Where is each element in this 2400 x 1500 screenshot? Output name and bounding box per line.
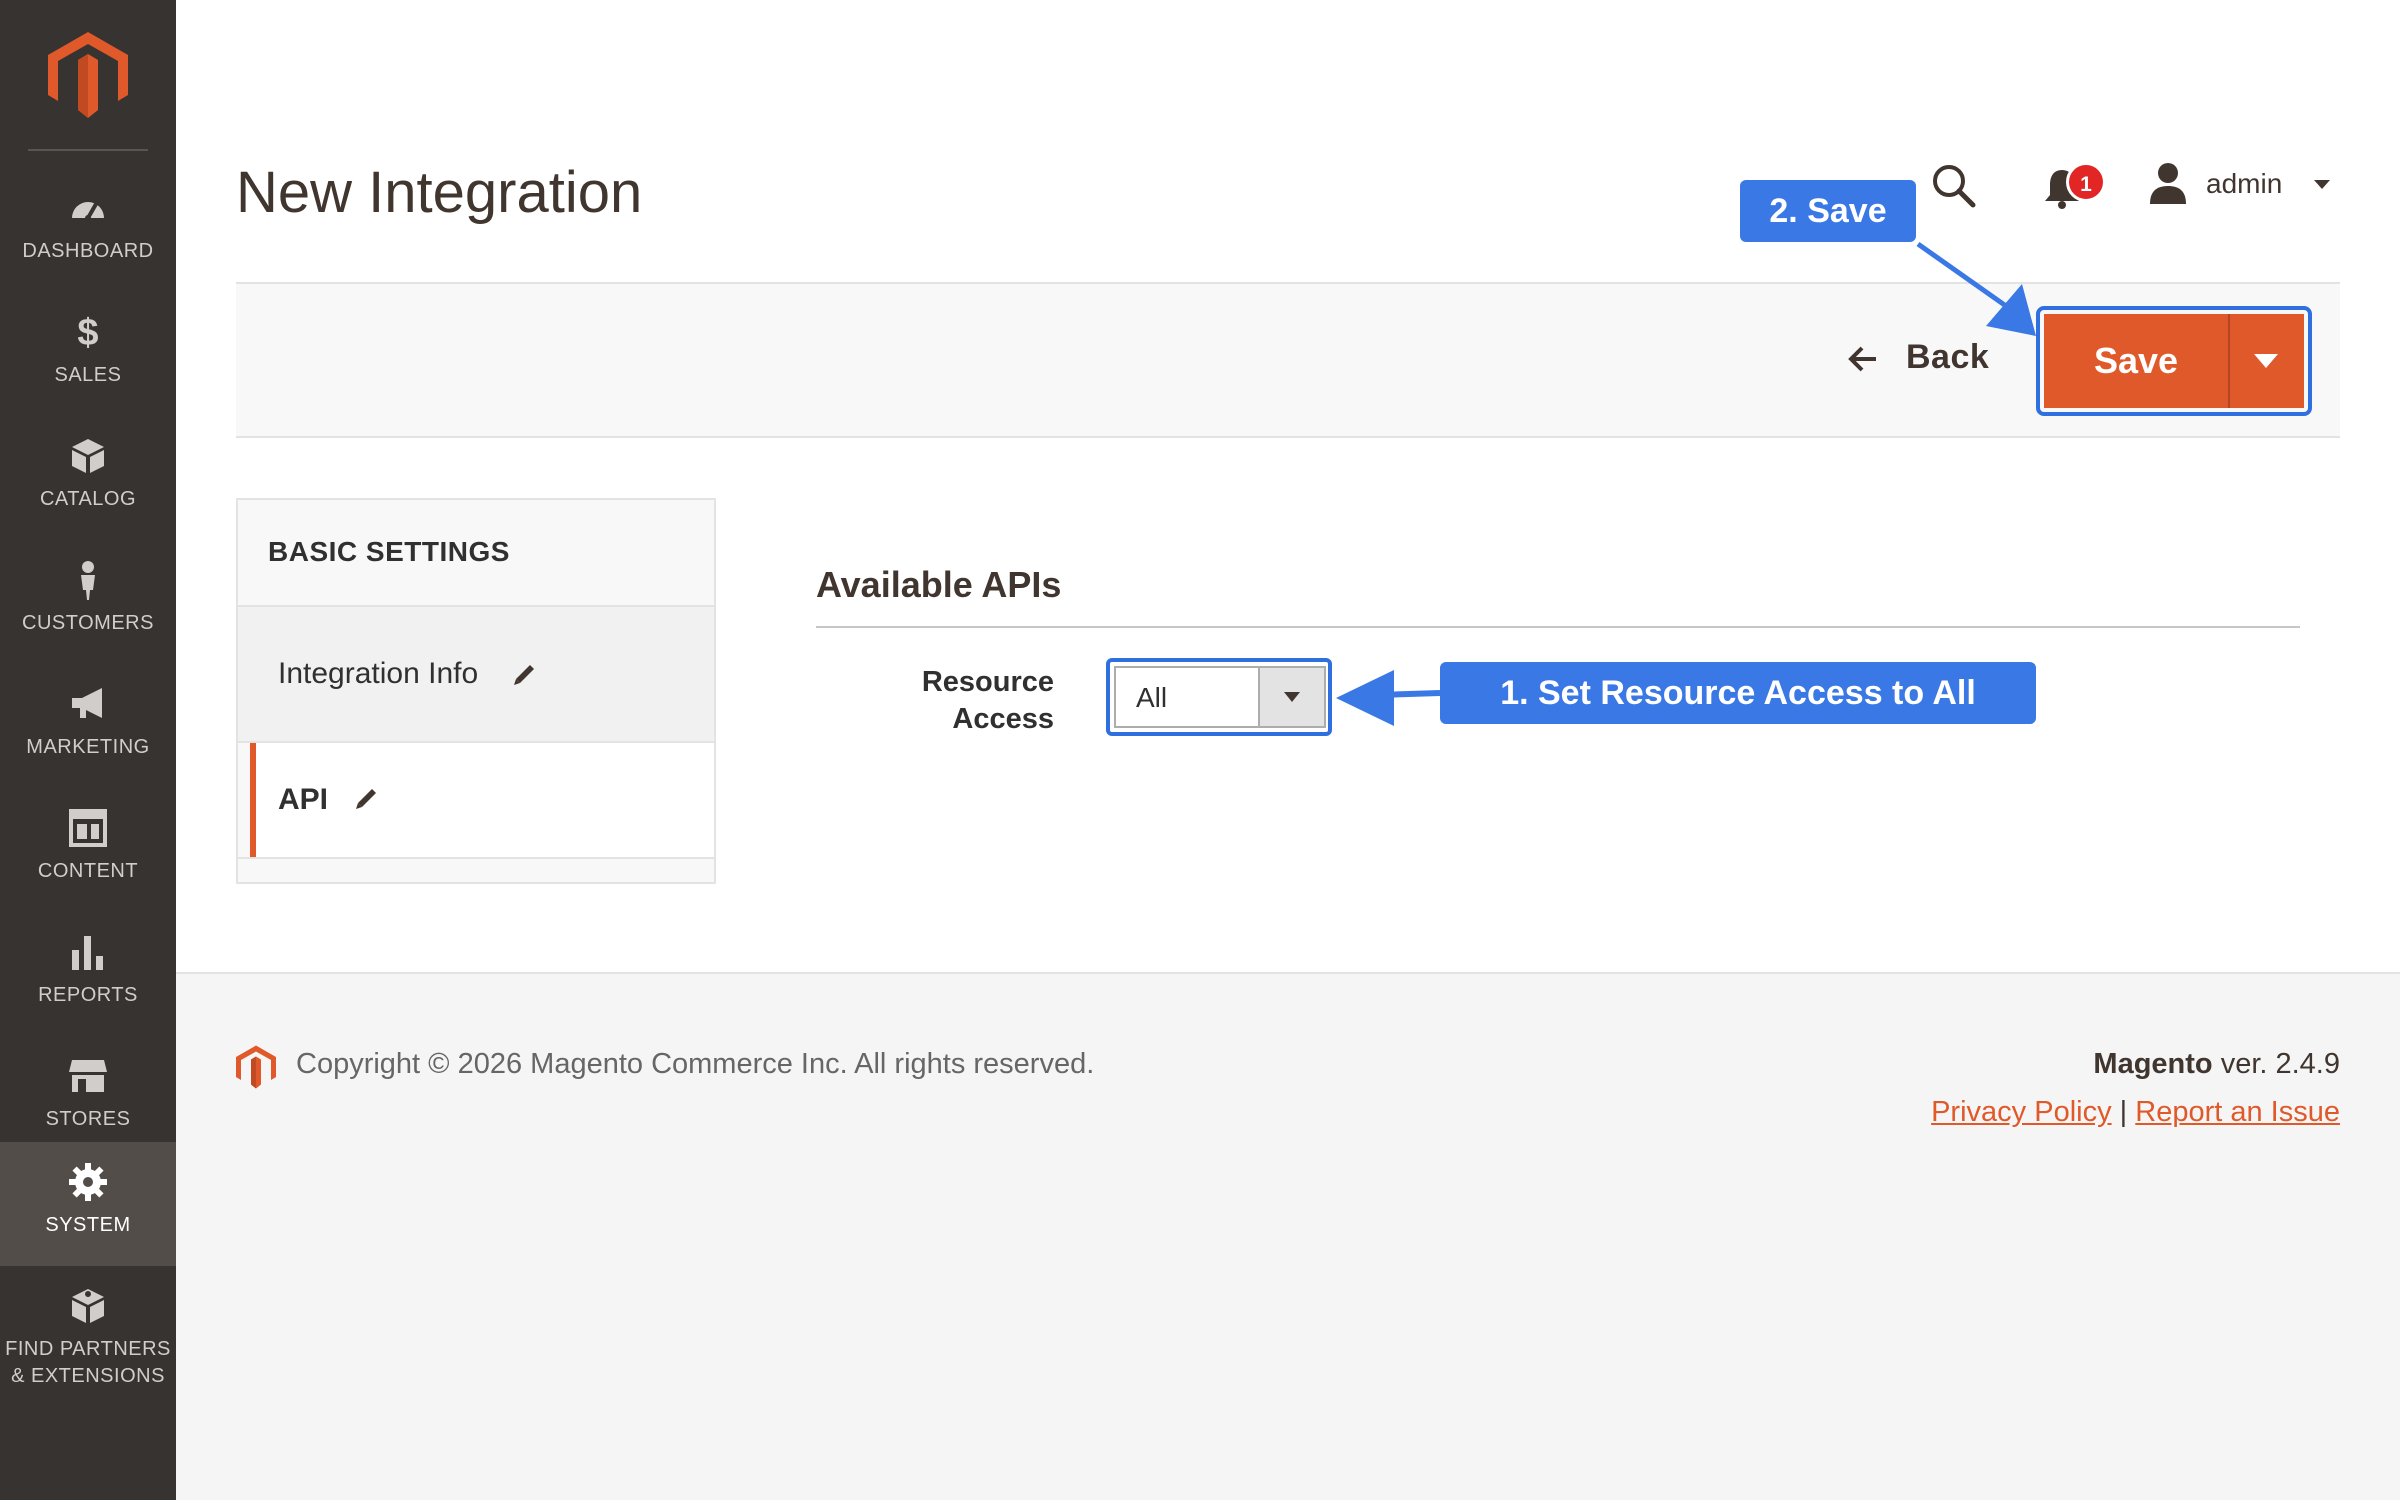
save-options-toggle[interactable] — [2230, 314, 2304, 408]
footer-divider — [176, 972, 2400, 974]
section-title: Available APIs — [816, 564, 1062, 605]
nav-label: MARKETING — [26, 736, 150, 758]
layout-icon — [69, 809, 107, 847]
link-separator: | — [2119, 1096, 2128, 1128]
pencil-icon — [514, 665, 534, 685]
save-button[interactable]: Save — [2044, 314, 2228, 408]
tab-divider — [238, 857, 714, 859]
page-title: New Integration — [236, 160, 643, 225]
notification-count-badge[interactable]: 1 — [2066, 162, 2106, 202]
tab-integration-info[interactable]: Integration Info — [238, 607, 714, 741]
person-icon — [81, 561, 95, 600]
nav-content[interactable]: CONTENT — [0, 788, 176, 912]
nav-label: CATALOG — [39, 488, 137, 510]
tab-label: API — [278, 783, 329, 816]
nav-label: CUSTOMERS — [22, 612, 154, 634]
resource-access-label: Resource Access — [880, 664, 1054, 738]
nav-reports[interactable]: REPORTS — [0, 912, 176, 1036]
privacy-policy-link[interactable]: Privacy Policy — [1931, 1096, 2112, 1128]
nav-system[interactable]: SYSTEM — [0, 1142, 176, 1266]
label-line1: Resource — [921, 666, 1054, 698]
tab-api[interactable]: API — [250, 743, 714, 857]
active-tab-indicator — [250, 743, 256, 857]
chevron-down-icon — [2314, 180, 2330, 189]
report-issue-link[interactable]: Report an Issue — [2135, 1096, 2340, 1128]
nav-label-line2: & EXTENSIONS — [11, 1365, 165, 1387]
annotation-step-2: 2. Save — [1740, 180, 1916, 242]
box-icon — [72, 439, 104, 473]
nav-label: DASHBOARD — [22, 240, 154, 262]
caret-down-icon — [1284, 692, 1300, 702]
gear-icon — [69, 1163, 107, 1201]
storefront-icon — [69, 1060, 107, 1092]
tabs-title: BASIC SETTINGS — [268, 536, 510, 567]
bar-chart-icon — [72, 936, 103, 970]
page-actions-bar — [236, 282, 2340, 438]
arrow-left-icon — [1848, 346, 1876, 372]
footer-links: Privacy Policy | Report an Issue — [1931, 1096, 2340, 1129]
nav-customers[interactable]: CUSTOMERS — [0, 540, 176, 664]
nav-catalog[interactable]: CATALOG — [0, 416, 176, 540]
section-divider — [816, 626, 2300, 628]
label-line2: Access — [952, 703, 1054, 735]
svg-text:$: $ — [77, 312, 98, 352]
user-name: admin — [2206, 168, 2283, 199]
logo-divider — [28, 149, 148, 151]
nav-label: SYSTEM — [45, 1214, 131, 1236]
nav-marketing[interactable]: MARKETING — [0, 664, 176, 788]
tab-label: Integration Info — [278, 657, 479, 690]
megaphone-icon — [72, 688, 102, 718]
caret-down-icon — [2254, 354, 2278, 368]
nav-sales[interactable]: $ SALES — [0, 292, 176, 416]
version-info: Magento ver. 2.4.9 — [2093, 1048, 2340, 1081]
nav-label: SALES — [54, 364, 122, 386]
nav-label-line1: FIND PARTNERS — [5, 1338, 171, 1360]
admin-sidebar: DASHBOARD $ SALES CATALOG CUSTOMERS MARK… — [0, 0, 176, 1500]
nav-label: REPORTS — [38, 984, 138, 1006]
resource-access-select[interactable]: All — [1114, 666, 1326, 728]
annotation-step-1: 1. Set Resource Access to All — [1440, 662, 2036, 724]
nav-dashboard[interactable]: DASHBOARD — [0, 168, 176, 292]
nav-find-partners[interactable]: FIND PARTNERS & EXTENSIONS — [0, 1266, 176, 1406]
extensions-icon — [72, 1289, 104, 1323]
copyright-text: Copyright © 2026 Magento Commerce Inc. A… — [296, 1048, 1095, 1080]
dollar-icon: $ — [77, 312, 98, 352]
search-icon[interactable] — [1930, 162, 1976, 208]
nav-label: CONTENT — [37, 860, 139, 882]
brand-name: Magento — [2093, 1048, 2213, 1080]
dashboard-icon — [72, 202, 104, 221]
back-label: Back — [1906, 338, 1990, 376]
nav-label: STORES — [45, 1108, 131, 1130]
nav-label: FIND PARTNERS & EXTENSIONS — [0, 1336, 176, 1390]
magento-logo-icon[interactable] — [48, 32, 128, 118]
select-value: All — [1136, 682, 1168, 713]
select-toggle[interactable] — [1258, 668, 1324, 726]
magento-footer-logo-icon — [236, 1045, 276, 1089]
pencil-icon — [356, 789, 376, 809]
user-icon — [2150, 163, 2186, 204]
version-number: ver. 2.4.9 — [2212, 1048, 2340, 1080]
